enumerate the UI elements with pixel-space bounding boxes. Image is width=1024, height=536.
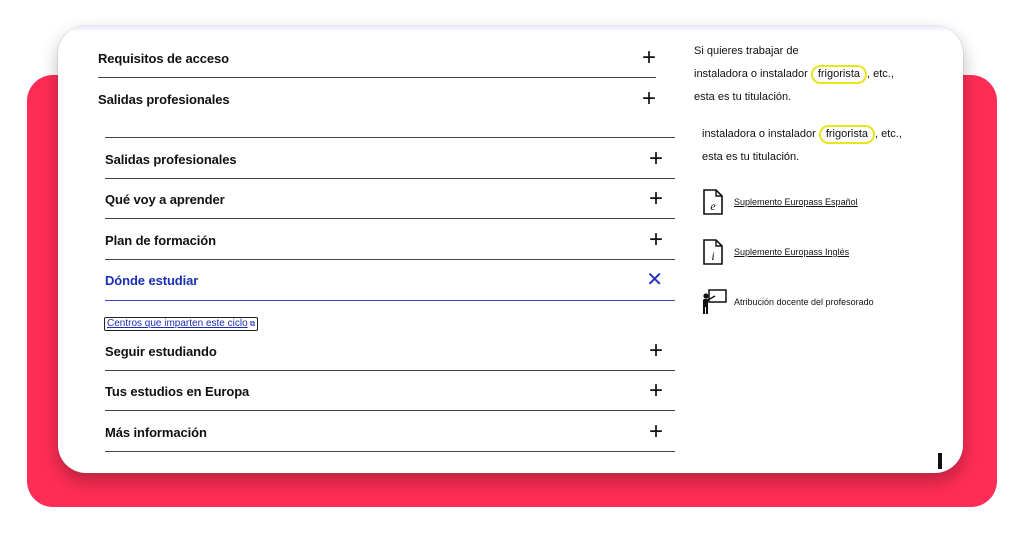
accordion-salidas-profesionales-top[interactable]: Salidas profesionales + bbox=[98, 85, 656, 113]
side-text-line: instaladora o instalador frigorista, etc… bbox=[694, 63, 894, 86]
divider bbox=[105, 451, 675, 452]
plus-icon[interactable]: + bbox=[649, 228, 663, 252]
resource-europass-en[interactable]: i Suplemento Europass Inglés bbox=[702, 238, 849, 266]
accordion-label: Salidas profesionales bbox=[105, 151, 237, 167]
plus-icon[interactable]: + bbox=[649, 339, 663, 363]
highlighted-word: frigorista bbox=[818, 125, 875, 144]
divider bbox=[105, 259, 675, 260]
side-text-line: Si quieres trabajar de bbox=[694, 45, 799, 57]
document-e-icon: e bbox=[703, 189, 723, 215]
side-description-top: Si quieres trabajar de instaladora o ins… bbox=[694, 40, 894, 109]
resource-europass-es[interactable]: e Suplemento Europass Español bbox=[702, 188, 858, 216]
side-text-segment: instaladora o instalador bbox=[702, 128, 816, 140]
accordion-label: Salidas profesionales bbox=[98, 91, 230, 107]
plus-icon[interactable]: + bbox=[642, 87, 656, 111]
side-text-segment: instaladora o instalador bbox=[694, 68, 808, 80]
highlighted-word: frigorista bbox=[810, 65, 867, 84]
divider bbox=[98, 77, 656, 78]
resource-label[interactable]: Suplemento Europass Inglés bbox=[734, 247, 849, 257]
accordion-label: Más información bbox=[105, 424, 207, 440]
divider bbox=[105, 137, 675, 138]
accordion-label: Requisitos de acceso bbox=[98, 50, 229, 66]
resource-label: Atribución docente del profesorado bbox=[734, 297, 874, 307]
content-card: Requisitos de acceso + Salidas profesion… bbox=[58, 26, 963, 473]
close-icon[interactable]: ✕ bbox=[646, 270, 663, 290]
side-text-segment: , etc., bbox=[867, 68, 894, 80]
side-text-line: esta es tu titulación. bbox=[702, 151, 800, 163]
divider bbox=[105, 410, 675, 411]
document-i-icon: i bbox=[703, 239, 723, 265]
accordion-plan-de-formacion[interactable]: Plan de formación + bbox=[105, 226, 663, 254]
accordion-label: Plan de formación bbox=[105, 232, 216, 248]
centros-link-label: Centros que imparten este ciclo bbox=[107, 318, 248, 329]
accordion-label: Tus estudios en Europa bbox=[105, 383, 250, 399]
external-link-icon: ⧉ bbox=[249, 319, 256, 328]
accordion-tus-estudios-en-europa[interactable]: Tus estudios en Europa + bbox=[105, 377, 663, 405]
accordion-label: Dónde estudiar bbox=[105, 272, 199, 288]
centros-link[interactable]: Centros que imparten este ciclo ⧉ bbox=[104, 317, 259, 331]
side-description-duplicate: instaladora o instalador frigorista, etc… bbox=[702, 123, 902, 169]
divider-active bbox=[105, 300, 675, 301]
side-text-line: esta es tu titulación. bbox=[694, 91, 792, 103]
accordion-que-voy-a-aprender[interactable]: Qué voy a aprender + bbox=[105, 185, 663, 213]
accordion-donde-estudiar[interactable]: Dónde estudiar ✕ bbox=[105, 266, 663, 294]
accordion-label: Qué voy a aprender bbox=[105, 191, 225, 207]
accordion-seguir-estudiando[interactable]: Seguir estudiando + bbox=[105, 337, 663, 365]
side-text-line: instaladora o instalador frigorista, etc… bbox=[702, 123, 902, 146]
accordion-requisitos-acceso[interactable]: Requisitos de acceso + bbox=[98, 44, 656, 72]
divider bbox=[105, 370, 675, 371]
divider bbox=[105, 178, 675, 179]
resource-atribucion-docente: Atribución docente del profesorado bbox=[702, 288, 874, 316]
svg-text:i: i bbox=[711, 249, 714, 263]
divider bbox=[105, 218, 675, 219]
plus-icon[interactable]: + bbox=[649, 420, 663, 444]
accordion-salidas-profesionales[interactable]: Salidas profesionales + bbox=[105, 145, 663, 173]
plus-icon[interactable]: + bbox=[649, 147, 663, 171]
plus-icon[interactable]: + bbox=[642, 46, 656, 70]
plus-icon[interactable]: + bbox=[649, 379, 663, 403]
svg-text:e: e bbox=[710, 199, 716, 213]
side-text-segment: , etc., bbox=[875, 128, 902, 140]
accordion-mas-informacion[interactable]: Más información + bbox=[105, 418, 663, 446]
plus-icon[interactable]: + bbox=[649, 187, 663, 211]
resource-label[interactable]: Suplemento Europass Español bbox=[734, 197, 858, 207]
teacher-board-icon bbox=[703, 289, 727, 314]
scrollbar-thumb[interactable] bbox=[938, 453, 942, 469]
accordion-label: Seguir estudiando bbox=[105, 343, 217, 359]
